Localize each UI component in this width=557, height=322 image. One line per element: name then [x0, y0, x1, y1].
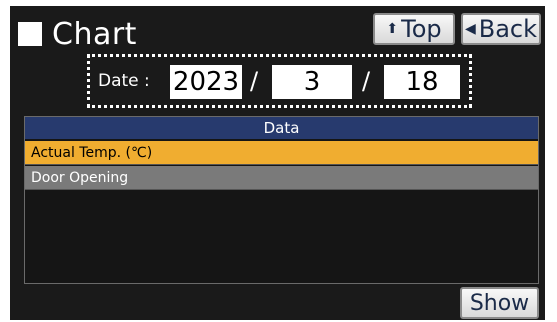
- year-field[interactable]: 2023: [170, 65, 242, 99]
- list-item-label: Door Opening: [31, 169, 129, 186]
- list-item-label: Actual Temp. (℃): [31, 144, 153, 161]
- left-triangle-icon: ◀: [464, 21, 476, 37]
- title-square-icon: [18, 22, 42, 46]
- date-selector: Date : 2023 / 3 / 18: [87, 54, 472, 108]
- month-field[interactable]: 3: [272, 65, 352, 99]
- date-separator: /: [362, 67, 371, 95]
- title-area: Chart: [18, 14, 137, 54]
- top-button-label: Top: [401, 15, 442, 43]
- back-button-label: Back: [478, 15, 538, 43]
- list-item-door-opening[interactable]: Door Opening: [25, 166, 538, 190]
- back-button[interactable]: ◀ Back: [461, 13, 541, 45]
- page-title: Chart: [52, 16, 137, 52]
- date-label: Date :: [98, 71, 150, 91]
- day-field[interactable]: 18: [384, 65, 460, 99]
- data-list-header: Data: [25, 117, 538, 139]
- list-item-actual-temp[interactable]: Actual Temp. (℃): [25, 141, 538, 165]
- data-list-panel: Data Actual Temp. (℃) Door Opening: [24, 116, 539, 284]
- date-separator: /: [250, 67, 259, 95]
- top-button[interactable]: ⬆ Top: [373, 13, 455, 45]
- show-button[interactable]: Show: [460, 287, 539, 319]
- chart-screen: Chart ⬆ Top ◀ Back Date : 2023 / 3 / 18 …: [10, 6, 545, 320]
- up-arrow-icon: ⬆: [386, 21, 399, 37]
